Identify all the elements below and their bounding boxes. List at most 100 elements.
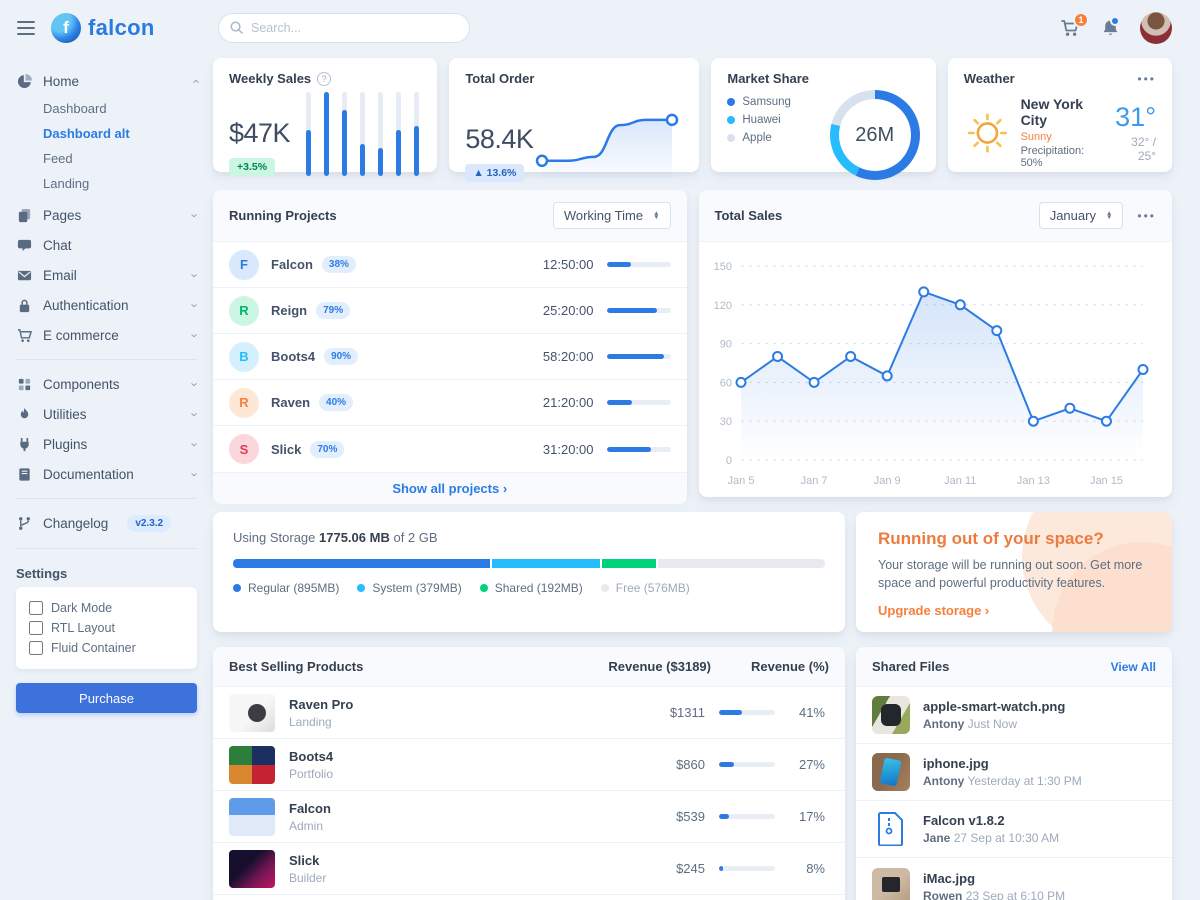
progress-bar xyxy=(607,262,671,267)
sidebar-item-landing[interactable]: Landing xyxy=(0,171,213,196)
search-input[interactable] xyxy=(218,13,470,43)
upgrade-storage-link[interactable]: Upgrade storage › xyxy=(878,603,989,618)
rtl-layout-checkbox[interactable] xyxy=(29,621,43,635)
sidebar-item-documentation[interactable]: Documentation › xyxy=(0,459,213,489)
market-share-legend: Samsung Huawei Apple xyxy=(727,96,791,180)
progress-bar xyxy=(607,447,671,452)
sidebar-item-plugins[interactable]: Plugins › xyxy=(0,429,213,459)
weather-range: 32° / 25° xyxy=(1114,135,1156,163)
sidebar-item-chat[interactable]: Chat xyxy=(0,230,213,260)
purchase-button[interactable]: Purchase xyxy=(16,683,197,713)
sidebar-item-label: Pages xyxy=(43,208,81,223)
book-icon xyxy=(16,466,32,482)
question-icon[interactable] xyxy=(317,72,331,86)
project-row: S Slick 70% 31:20:00 xyxy=(213,426,687,472)
revenue-bar xyxy=(719,762,775,767)
storage-segment-shared xyxy=(602,559,658,568)
card-title: Weekly Sales xyxy=(229,71,311,86)
sidebar-item-dashboard-alt[interactable]: Dashboard alt xyxy=(0,121,213,146)
divider xyxy=(16,548,197,549)
space-heading: Running out of your space? xyxy=(878,529,1150,549)
sun-icon xyxy=(964,107,1011,159)
file-row[interactable]: apple-smart-watch.png Antony Just Now xyxy=(856,687,1172,744)
total-sales-card: Total Sales January ▲▼ 0306090120150Jan … xyxy=(699,190,1173,497)
project-avatar: R xyxy=(229,388,259,418)
file-thumbnail xyxy=(872,868,910,900)
hamburger-menu-icon[interactable] xyxy=(15,17,37,39)
weekly-sales-value: $47K xyxy=(229,118,290,149)
weather-city: New York City xyxy=(1021,96,1105,128)
show-all-projects-link[interactable]: Show all projects › xyxy=(392,481,507,496)
project-avatar: F xyxy=(229,250,259,280)
fluid-container-checkbox[interactable] xyxy=(29,641,43,655)
dark-mode-checkbox[interactable] xyxy=(29,601,43,615)
sidebar-item-label: Email xyxy=(43,268,77,283)
cart-button[interactable]: 1 xyxy=(1061,19,1081,37)
revenue-bar xyxy=(719,710,775,715)
apple-dot xyxy=(727,134,735,142)
market-share-total: 26M xyxy=(855,124,894,147)
file-row[interactable]: Falcon v1.8.2 Jane 27 Sep at 10:30 AM xyxy=(856,801,1172,858)
svg-text:30: 30 xyxy=(719,416,731,428)
svg-text:Jan 15: Jan 15 xyxy=(1089,475,1122,487)
product-row: FalconAdmin $53917% xyxy=(213,791,845,843)
total-order-badge: ▲ 13.6% xyxy=(465,164,524,182)
sidebar-item-utilities[interactable]: Utilities › xyxy=(0,399,213,429)
weather-temp: 31° xyxy=(1114,102,1156,133)
sidebar-item-email[interactable]: Email › xyxy=(0,260,213,290)
falcon-logo-icon: f xyxy=(51,13,81,43)
ellipsis-icon[interactable] xyxy=(1137,73,1156,85)
weekly-sales-badge: +3.5% xyxy=(229,158,275,176)
storage-segment-regular xyxy=(233,559,492,568)
sidebar-item-components[interactable]: Components › xyxy=(0,369,213,399)
progress-badge: 70% xyxy=(310,441,344,458)
sidebar-item-label: Chat xyxy=(43,238,72,253)
file-row[interactable]: iMac.jpg Rowen 23 Sep at 6:10 PM xyxy=(856,858,1172,900)
sidebar-item-ecommerce[interactable]: E commerce › xyxy=(0,320,213,350)
search-icon xyxy=(229,20,244,38)
top-bar: 1 xyxy=(213,0,1172,56)
pie-chart-icon xyxy=(16,73,32,89)
user-avatar[interactable] xyxy=(1140,12,1172,44)
view-all-link[interactable]: View All xyxy=(1111,660,1156,674)
sidebar-item-feed[interactable]: Feed xyxy=(0,146,213,171)
settings-heading: Settings xyxy=(0,558,213,587)
file-row[interactable]: iphone.jpg Antony Yesterday at 1:30 PM xyxy=(856,744,1172,801)
svg-text:90: 90 xyxy=(719,339,731,351)
svg-text:Jan 9: Jan 9 xyxy=(873,475,900,487)
ellipsis-icon[interactable] xyxy=(1137,210,1156,222)
sidebar-item-authentication[interactable]: Authentication › xyxy=(0,290,213,320)
sidebar-item-label: E commerce xyxy=(43,328,119,343)
month-select[interactable]: January ▲▼ xyxy=(1039,202,1124,229)
cart-icon xyxy=(16,327,32,343)
storage-segment-system xyxy=(492,559,602,568)
app: f falcon Home › Dashboard Dashboard alt … xyxy=(0,0,1200,900)
progress-badge: 38% xyxy=(322,256,356,273)
shared-files-card: Shared Files View All apple-smart-watch.… xyxy=(856,647,1172,900)
market-share-donut: 26M xyxy=(830,90,920,180)
revenue-bar xyxy=(719,814,775,819)
home-subnav: Dashboard Dashboard alt Feed Landing xyxy=(0,96,213,200)
cart-count-badge: 1 xyxy=(1073,12,1089,28)
card-title: Weather xyxy=(964,71,1015,86)
sidebar-item-changelog[interactable]: Changelog v2.3.2 xyxy=(0,508,213,539)
notifications-button[interactable] xyxy=(1101,19,1120,38)
storage-legend: Regular (895MB) System (379MB) Shared (1… xyxy=(233,581,825,595)
project-avatar: R xyxy=(229,296,259,326)
total-order-card: Total Order 58.4K ▲ 13.6% xyxy=(449,58,699,172)
search-box xyxy=(218,13,470,43)
sidebar-item-home[interactable]: Home › xyxy=(0,66,213,96)
project-avatar: B xyxy=(229,342,259,372)
revenue-column-header: Revenue ($3189) xyxy=(561,659,711,674)
weekly-sales-card: Weekly Sales $47K +3.5% xyxy=(213,58,437,172)
working-time-select[interactable]: Working Time ▲▼ xyxy=(553,202,671,229)
weather-condition: Sunny xyxy=(1021,131,1105,143)
legend-item: Samsung xyxy=(727,96,791,108)
storage-used: 1775.06 MB xyxy=(319,530,390,545)
sidebar-item-pages[interactable]: Pages › xyxy=(0,200,213,230)
storage-bar xyxy=(233,559,825,568)
card-title: Total Order xyxy=(465,71,534,86)
legend-item: Apple xyxy=(727,132,791,144)
sidebar-item-dashboard[interactable]: Dashboard xyxy=(0,96,213,121)
brand-logo[interactable]: f falcon xyxy=(51,13,155,43)
